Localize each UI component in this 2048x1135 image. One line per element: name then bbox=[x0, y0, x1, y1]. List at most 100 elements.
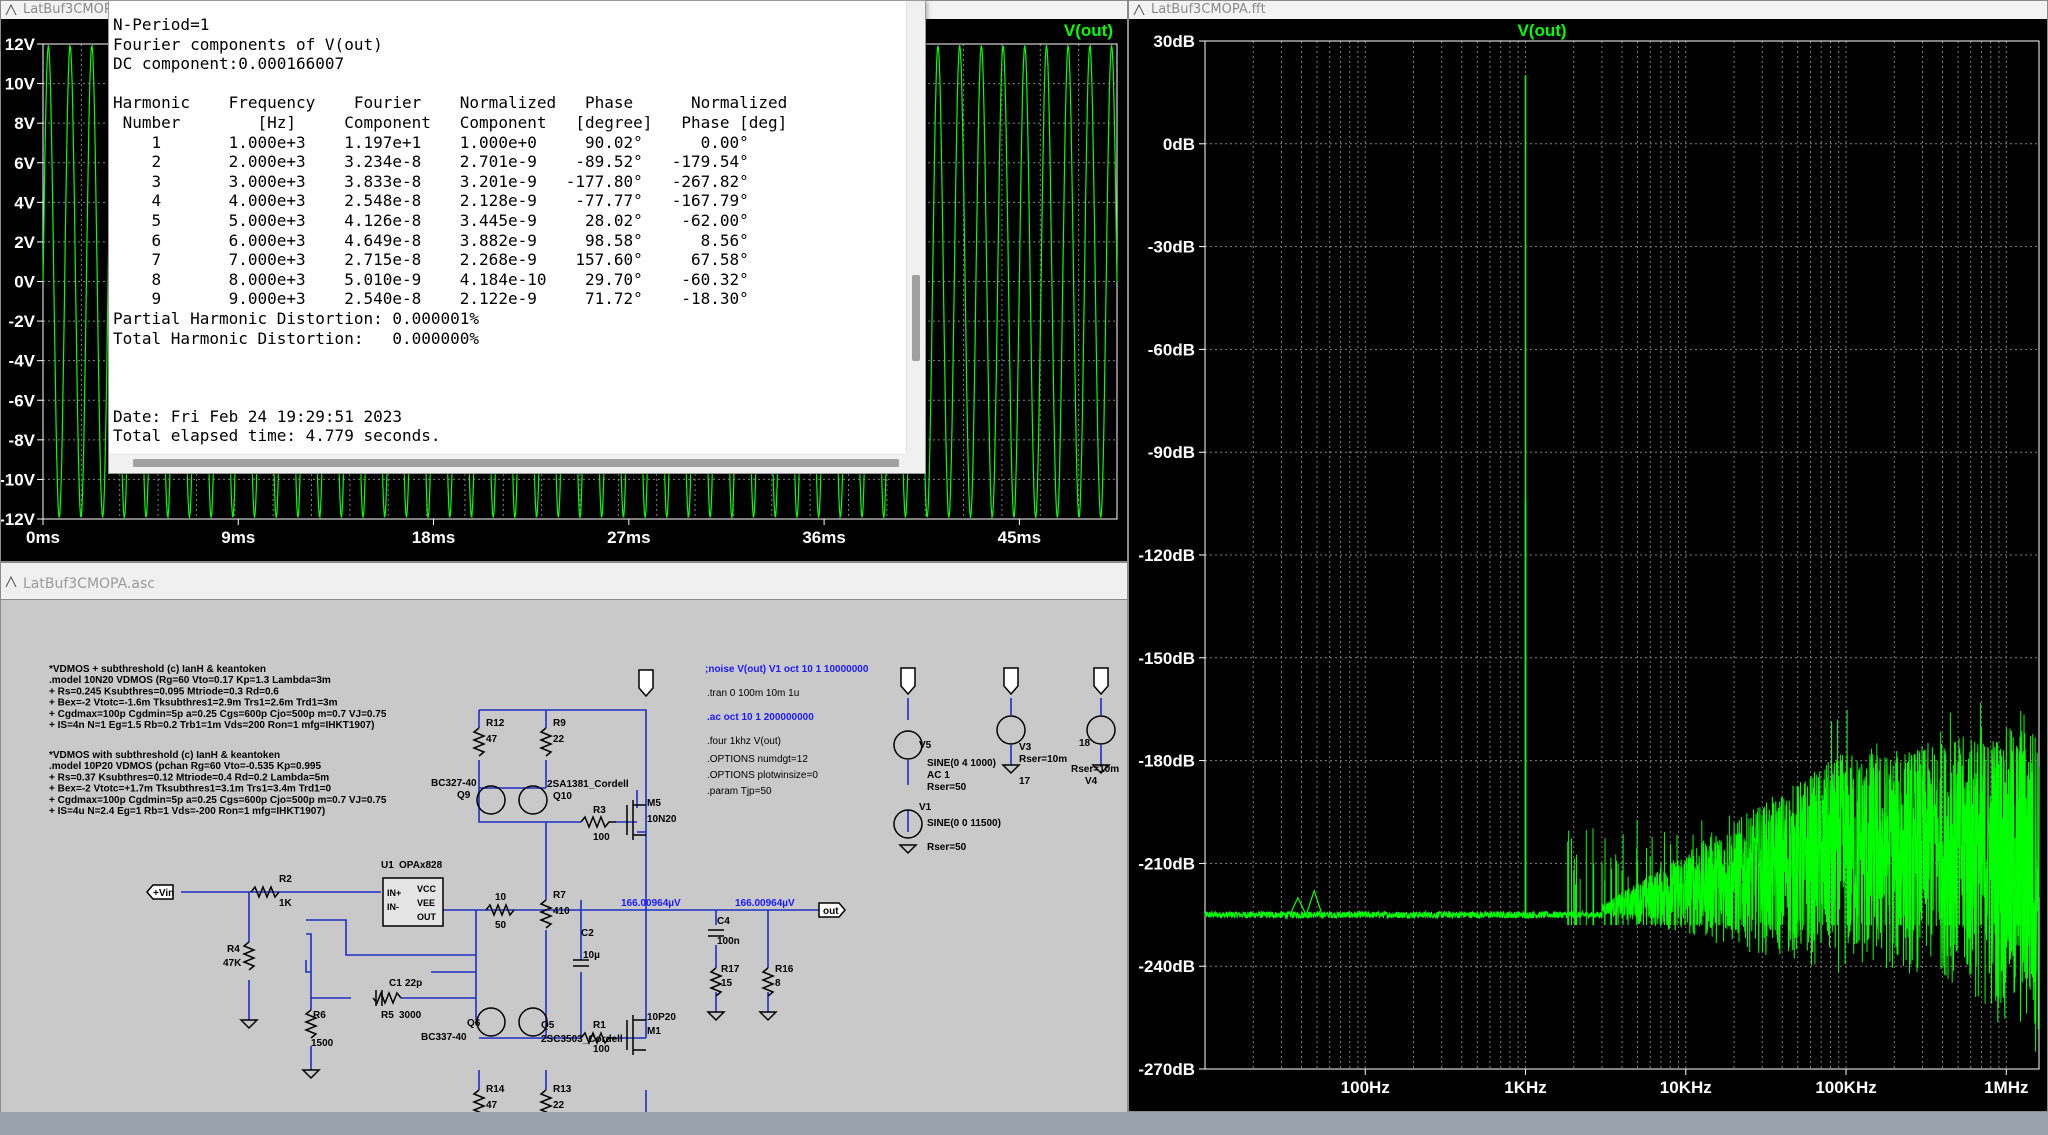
label-r9: R9 bbox=[553, 718, 566, 729]
log-line: Fourier components of V(out) bbox=[113, 34, 383, 54]
schematic-window-titlebar[interactable]: LatBuf3CMOPA.asc bbox=[1, 573, 1127, 595]
directive-line: *VDMOS + subthreshold (c) IanH & keantok… bbox=[49, 664, 266, 675]
directive-line: .model 10P20 VDMOS (pchan Rg=60 Vto=-0.5… bbox=[49, 761, 321, 772]
transistor-q6 bbox=[476, 1007, 506, 1037]
node-voltage-2: 166.00964µV bbox=[735, 898, 795, 909]
log-vertical-scrollbar[interactable] bbox=[906, 1, 925, 453]
directive-line: + Bex=-2 Vtotc=-1.6m Tksubthres1=2.9m Tr… bbox=[49, 698, 338, 709]
v3-rser: Rser=10m bbox=[1019, 754, 1067, 765]
label-r6: R6 bbox=[313, 1010, 326, 1021]
source-v5 bbox=[893, 730, 923, 760]
value-r7: 410 bbox=[553, 906, 570, 917]
y-tick-label: 30dB bbox=[1153, 32, 1195, 51]
ground-v3 bbox=[1001, 764, 1021, 775]
fft-plot[interactable]: 30dB 0dB -30dB -60dB -90dB -120dB -150dB -180dB… bbox=[1129, 19, 2047, 1111]
y-tick-label: 4V bbox=[14, 193, 35, 212]
schematic-drawing[interactable]: *VDMOS + subthreshold (c) IanH & keantok… bbox=[1, 600, 1127, 1135]
y-tick-label: 0V bbox=[14, 273, 35, 292]
value-c4: 100n bbox=[717, 936, 740, 947]
log-horizontal-scroll-thumb[interactable] bbox=[133, 459, 899, 467]
model-q6: BC337-40 bbox=[421, 1032, 467, 1043]
y-tick-label: -60dB bbox=[1148, 340, 1195, 359]
log-line: 9 9.000e+3 2.540e-8 2.122e-9 71.72° -18.… bbox=[113, 289, 749, 309]
log-line: DC component:0.000166007 bbox=[113, 54, 345, 74]
ltspice-app-icon bbox=[5, 4, 17, 16]
directive-line: + Cgdmax=100p Cgdmin=5p a=0.25 Cgs=600p … bbox=[49, 795, 387, 806]
spice-output-log-window[interactable]: N-Period=1 Fourier components of V(out) DC… bbox=[108, 0, 926, 474]
fft-window[interactable]: LatBuf3CMOPA.fft 30dB 0dB -30dB -60dB -90dB -… bbox=[1128, 0, 2048, 1112]
label-r14: R14 bbox=[486, 1084, 505, 1095]
directives-block-10p20[interactable]: *VDMOS with subthreshold (c) IanH & kean… bbox=[49, 750, 387, 817]
label-v3: V3 bbox=[1019, 742, 1032, 753]
log-line: 4 4.000e+3 2.548e-8 2.128e-9 -77.77° -16… bbox=[113, 191, 749, 211]
value-r9: 22 bbox=[553, 734, 565, 745]
log-horizontal-scrollbar[interactable] bbox=[109, 453, 909, 473]
value-r4: 47K bbox=[223, 958, 242, 969]
value-c1: 22p bbox=[405, 978, 422, 989]
log-line: Harmonic Frequency Fourier Normalized Ph… bbox=[113, 93, 788, 113]
v1-sine: SINE(0 0 11500) bbox=[927, 818, 1001, 829]
ac-directive[interactable]: .ac oct 10 1 200000000 bbox=[707, 712, 814, 723]
noise-directive[interactable]: ;noise V(out) V1 oct 10 1 10000000 bbox=[705, 664, 869, 675]
v5-rser: Rser=50 bbox=[927, 782, 967, 793]
x-tick-label: 36ms bbox=[802, 528, 845, 547]
label-m1: M1 bbox=[647, 1026, 661, 1037]
log-line: Number [Hz] Component Component [degree]… bbox=[113, 112, 788, 132]
param-directive[interactable]: .param Tjp=50 bbox=[707, 786, 772, 797]
y-tick-label: -150dB bbox=[1138, 649, 1195, 668]
resistor-r14 bbox=[471, 1089, 487, 1119]
y-tick-label: -180dB bbox=[1138, 752, 1195, 771]
v1-rser: Rser=50 bbox=[927, 842, 967, 853]
log-vertical-scroll-thumb[interactable] bbox=[912, 275, 920, 361]
value-c2: 10µ bbox=[583, 950, 600, 961]
log-line: 1 1.000e+3 1.197e+1 1.000e+0 90.02° 0.00… bbox=[113, 132, 749, 152]
y-tick-label: 0dB bbox=[1163, 135, 1195, 154]
ground-r4 bbox=[239, 1019, 259, 1030]
label-q6: Q6 bbox=[467, 1018, 481, 1029]
log-line: Total Harmonic Distortion: 0.000000% bbox=[113, 328, 480, 348]
fft-window-titlebar[interactable]: LatBuf3CMOPA.fft bbox=[1129, 1, 2047, 19]
flag-v4 bbox=[1093, 667, 1109, 696]
log-line: 8 8.000e+3 5.010e-9 4.184e-10 29.70° -60… bbox=[113, 269, 749, 289]
label-out: out bbox=[823, 906, 839, 917]
directives-block-10n20[interactable]: *VDMOS + subthreshold (c) IanH & keantok… bbox=[49, 664, 387, 731]
log-resize-grip[interactable] bbox=[907, 453, 925, 473]
tran-directive[interactable]: .tran 0 100m 10m 1u bbox=[707, 688, 799, 699]
value-r5: 3000 bbox=[399, 1010, 422, 1021]
four-directive[interactable]: .four 1khz V(out) bbox=[707, 736, 781, 747]
model-q5: 2SC3503_Cordell bbox=[541, 1034, 623, 1045]
log-line: Total elapsed time: 4.779 seconds. bbox=[113, 426, 441, 446]
x-tick-label: 100Hz bbox=[1341, 1078, 1390, 1097]
fft-trace-label: V(out) bbox=[1517, 21, 1566, 40]
x-tick-label: 0ms bbox=[26, 528, 60, 547]
flag-vcc-v5 bbox=[900, 667, 916, 696]
label-v4: V4 bbox=[1085, 776, 1098, 787]
value-r6: 1500 bbox=[311, 1038, 334, 1049]
x-tick-label: 100KHz bbox=[1815, 1078, 1876, 1097]
label-r4: R4 bbox=[227, 944, 240, 955]
ground-r6 bbox=[301, 1069, 321, 1080]
schematic-window[interactable]: LatBuf3CMOPA.asc *VDMOS + subthreshold (… bbox=[0, 562, 1128, 1135]
label-r5: R5 bbox=[381, 1010, 394, 1021]
options-plotwinsize-directive[interactable]: .OPTIONS plotwinsize=0 bbox=[707, 770, 818, 781]
y-tick-label: -270dB bbox=[1138, 1060, 1195, 1079]
pin-in-minus: IN- bbox=[387, 902, 399, 912]
y-tick-label: 12V bbox=[5, 35, 36, 54]
log-line: Date: Fri Feb 24 19:29:51 2023 bbox=[113, 406, 402, 426]
value-r12: 47 bbox=[486, 734, 498, 745]
y-tick-label: 6V bbox=[14, 154, 35, 173]
model-q10: 2SA1381_Cordell bbox=[547, 779, 629, 790]
label-c4: C4 bbox=[717, 916, 730, 927]
options-numdgt-directive[interactable]: .OPTIONS numdgt=12 bbox=[707, 754, 808, 765]
log-line: 6 6.000e+3 4.649e-8 3.882e-9 98.58° 8.56… bbox=[113, 230, 749, 250]
value-r17: 15 bbox=[721, 978, 733, 989]
log-line: N-Period=1 bbox=[113, 15, 210, 34]
label-r1: R1 bbox=[593, 1020, 606, 1031]
label-vin: +Vin bbox=[153, 888, 174, 899]
log-line: 5 5.000e+3 4.126e-8 3.445e-9 28.02° -62.… bbox=[113, 210, 749, 230]
fft-plot-pane[interactable]: 30dB 0dB -30dB -60dB -90dB -120dB -150dB -180dB… bbox=[1129, 19, 2047, 1111]
label-r7: R7 bbox=[553, 890, 566, 901]
label-r3: R3 bbox=[593, 805, 606, 816]
schematic-canvas[interactable]: *VDMOS + subthreshold (c) IanH & keantok… bbox=[1, 599, 1127, 1135]
